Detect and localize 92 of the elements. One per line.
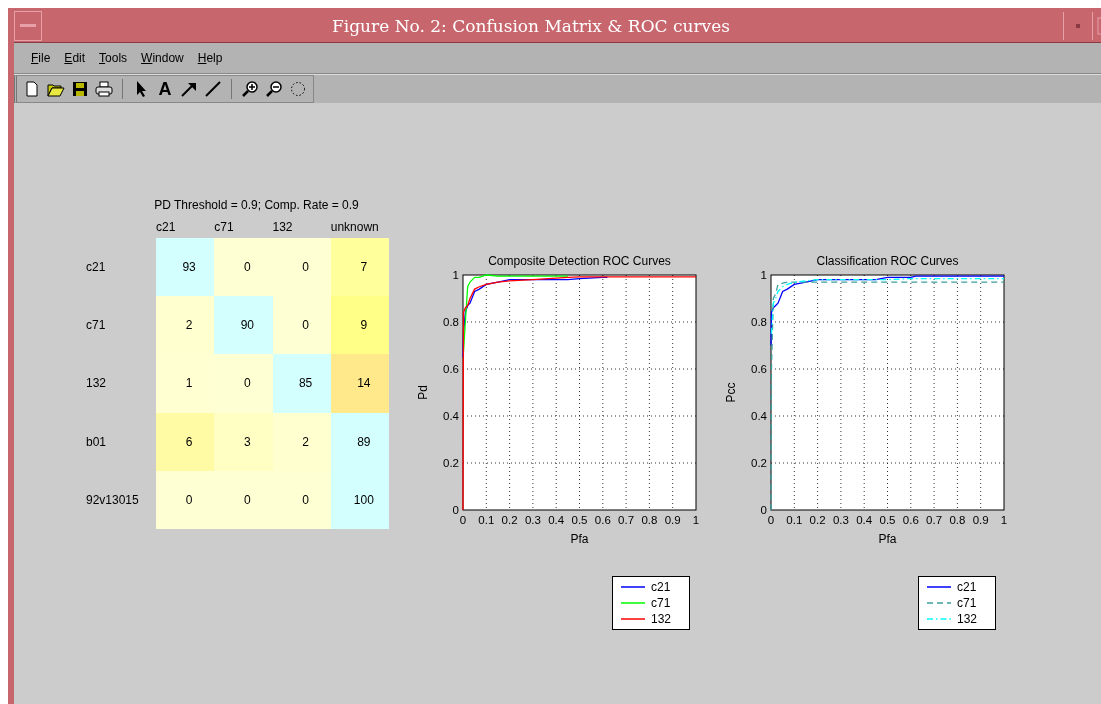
y-tick-label: 1 <box>760 269 767 281</box>
y-tick-label: 0.8 <box>443 316 459 328</box>
x-tick-label: 1 <box>692 514 700 526</box>
row-label: 92v13015 <box>85 492 140 507</box>
matrix-cell: 7 <box>330 238 389 297</box>
y-tick-label: 0.2 <box>751 457 767 469</box>
y-axis-label: Pcc <box>724 382 738 403</box>
printer-icon[interactable] <box>95 80 113 98</box>
legend-label: c21 <box>957 580 977 594</box>
legend-label: c71 <box>651 596 671 610</box>
matrix-cell: 2 <box>272 412 331 471</box>
x-tick-label: 0 <box>767 514 775 526</box>
menu-item[interactable]: Edit <box>57 51 93 65</box>
x-tick-label: 0.8 <box>641 514 658 526</box>
matrix-title: PD Threshold = 0.9; Comp. Rate = 0.9 <box>153 198 360 212</box>
y-tick-label: 0.4 <box>443 410 459 422</box>
matrix-cell: 0 <box>214 238 273 297</box>
x-tick-label: 0 <box>459 514 467 526</box>
y-tick-label: 0.2 <box>443 457 459 469</box>
menu-item[interactable]: File <box>24 51 58 65</box>
matrix-cell: 0 <box>214 354 273 413</box>
rotate-icon[interactable] <box>289 80 307 98</box>
row-label: b01 <box>85 434 108 449</box>
x-tick-label: 0.3 <box>832 514 849 526</box>
matrix-cell: 1 <box>156 354 215 413</box>
matrix-cell: 0 <box>214 470 273 529</box>
menu-item[interactable]: Tools <box>92 51 135 65</box>
y-tick-label: 0 <box>452 504 459 516</box>
x-tick-label: 0.6 <box>594 514 611 526</box>
bar-icon <box>20 24 36 28</box>
column-header: 132 <box>272 220 294 234</box>
legend-label: c21 <box>651 580 671 594</box>
x-tick-label: 0.4 <box>856 514 873 526</box>
x-tick-label: 0.9 <box>664 514 681 526</box>
matrix-cell: 9 <box>330 296 389 355</box>
chart-title: Classification ROC Curves <box>816 254 959 268</box>
row-label: 132 <box>85 376 108 391</box>
row-label: c21 <box>85 260 107 275</box>
x-tick-label: 0.4 <box>548 514 565 526</box>
y-tick-label: 0.6 <box>443 363 459 375</box>
zoom-in-icon[interactable] <box>241 80 259 98</box>
x-tick-label: 0.1 <box>786 514 803 526</box>
save-icon[interactable] <box>71 80 89 98</box>
x-tick-label: 0.5 <box>879 514 896 526</box>
row-label: c71 <box>85 318 107 333</box>
legend-label: 132 <box>957 612 978 626</box>
matrix-cell: 14 <box>330 354 389 413</box>
chart-title: Composite Detection ROC Curves <box>488 254 671 268</box>
y-axis-label: Pd <box>416 385 430 400</box>
menu-item[interactable]: Window <box>134 51 191 65</box>
x-tick-label: 0.5 <box>571 514 588 526</box>
matrix-cell: 0 <box>272 296 331 355</box>
matrix-cell: 89 <box>330 412 389 471</box>
x-tick-label: 0.7 <box>926 514 943 526</box>
legend-label: c71 <box>957 596 977 610</box>
x-tick-label: 0.2 <box>501 514 518 526</box>
matrix-cell: 85 <box>272 354 331 413</box>
matrix-cell: 90 <box>214 296 273 355</box>
x-tick-label: 0.3 <box>524 514 541 526</box>
matrix-cell: 3 <box>214 412 273 471</box>
column-header: unknown <box>330 220 380 234</box>
matrix-cell: 2 <box>156 296 215 355</box>
x-tick-label: 0.6 <box>902 514 919 526</box>
x-tick-label: 0.8 <box>949 514 966 526</box>
zoom-out-icon[interactable] <box>265 80 283 98</box>
x-tick-label: 0.9 <box>972 514 989 526</box>
legend-label: 132 <box>651 612 672 626</box>
y-tick-label: 0.8 <box>751 316 767 328</box>
column-header: c71 <box>214 220 235 234</box>
column-header: c21 <box>156 220 177 234</box>
x-axis-label: Pfa <box>570 532 589 546</box>
matrix-cell: 6 <box>156 412 215 471</box>
x-tick-label: 0.7 <box>618 514 635 526</box>
new-file-icon[interactable] <box>23 80 41 98</box>
y-tick-label: 0.6 <box>751 363 767 375</box>
x-axis-label: Pfa <box>878 532 897 546</box>
x-tick-label: 0.2 <box>809 514 826 526</box>
y-tick-label: 0 <box>760 504 767 516</box>
x-tick-label: 0.1 <box>478 514 495 526</box>
matrix-cell: 0 <box>272 470 331 529</box>
matrix-cell: 93 <box>156 238 215 297</box>
matrix-cell: 0 <box>156 470 215 529</box>
y-tick-label: 0.4 <box>751 410 767 422</box>
matrix-cell: 100 <box>330 470 389 529</box>
matrix-cell: 0 <box>272 238 331 297</box>
window-title: Figure No. 2: Confusion Matrix & ROC curves <box>331 16 731 36</box>
y-tick-label: 1 <box>452 269 459 281</box>
arrow-icon[interactable] <box>180 80 198 98</box>
x-tick-label: 1 <box>1000 514 1008 526</box>
line-icon[interactable] <box>204 80 222 98</box>
text-tool-button[interactable]: A <box>156 80 174 98</box>
menu-item[interactable]: Help <box>190 51 230 65</box>
